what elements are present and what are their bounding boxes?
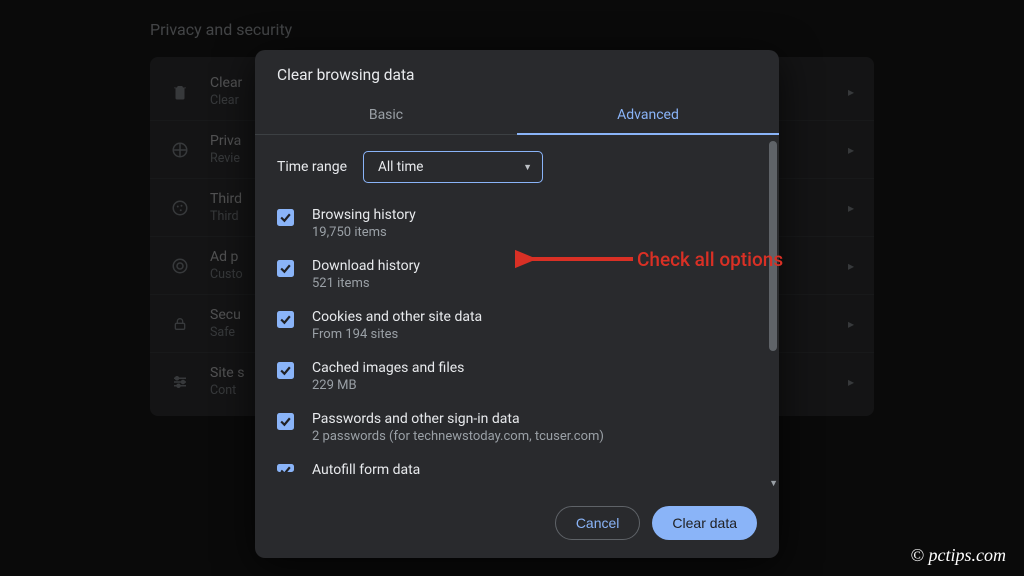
- dialog-body: Time range All time ▼ Browsing history 1…: [255, 135, 779, 492]
- time-range-label: Time range: [277, 159, 347, 175]
- ads-icon: [170, 256, 190, 276]
- checkbox[interactable]: [277, 362, 294, 379]
- scrollbar-thumb[interactable]: [769, 141, 777, 351]
- option-download-history[interactable]: Download history 521 items: [277, 250, 757, 301]
- chevron-right-icon: ▸: [848, 85, 854, 99]
- time-range-dropdown[interactable]: All time ▼: [363, 151, 543, 183]
- tab-basic[interactable]: Basic: [255, 96, 517, 134]
- option-title: Download history: [312, 258, 757, 274]
- option-title: Cached images and files: [312, 360, 757, 376]
- clear-data-button[interactable]: Clear data: [652, 506, 757, 540]
- option-cookies[interactable]: Cookies and other site data From 194 sit…: [277, 301, 757, 352]
- option-sub: 2 passwords (for technewstoday.com, tcus…: [312, 429, 757, 444]
- cancel-button[interactable]: Cancel: [555, 506, 641, 540]
- option-title: Browsing history: [312, 207, 757, 223]
- chevron-right-icon: ▸: [848, 317, 854, 331]
- checkbox[interactable]: [277, 260, 294, 277]
- option-title: Cookies and other site data: [312, 309, 757, 325]
- section-heading: Privacy and security: [150, 20, 874, 39]
- scrollbar[interactable]: ▼: [769, 141, 777, 486]
- chevron-right-icon: ▸: [848, 201, 854, 215]
- chevron-right-icon: ▸: [848, 259, 854, 273]
- time-range-value: All time: [378, 159, 423, 175]
- caret-down-icon: ▼: [523, 162, 532, 173]
- trash-icon: [170, 82, 190, 102]
- option-title: Passwords and other sign-in data: [312, 411, 757, 427]
- option-autofill[interactable]: Autofill form data: [277, 454, 757, 478]
- option-sub: From 194 sites: [312, 327, 757, 342]
- option-title: Autofill form data: [312, 462, 757, 478]
- chevron-right-icon: ▸: [848, 375, 854, 389]
- option-sub: 229 MB: [312, 378, 757, 393]
- option-cached-images[interactable]: Cached images and files 229 MB: [277, 352, 757, 403]
- sliders-icon: [170, 372, 190, 392]
- dialog-tabs: Basic Advanced: [255, 96, 779, 135]
- time-range-row: Time range All time ▼: [277, 151, 757, 183]
- shield-icon: [170, 140, 190, 160]
- option-browsing-history[interactable]: Browsing history 19,750 items: [277, 199, 757, 250]
- chevron-right-icon: ▸: [848, 143, 854, 157]
- watermark: © pctips.com: [910, 545, 1006, 566]
- option-passwords[interactable]: Passwords and other sign-in data 2 passw…: [277, 403, 757, 454]
- option-sub: 19,750 items: [312, 225, 757, 240]
- checkbox[interactable]: [277, 311, 294, 328]
- checkbox[interactable]: [277, 464, 294, 472]
- scroll-down-icon[interactable]: ▼: [769, 478, 778, 489]
- lock-icon: [170, 314, 190, 334]
- checkbox[interactable]: [277, 209, 294, 226]
- dialog-title: Clear browsing data: [255, 50, 779, 96]
- dialog-footer: Cancel Clear data: [255, 492, 779, 558]
- checkbox[interactable]: [277, 413, 294, 430]
- option-sub: 521 items: [312, 276, 757, 291]
- cookie-icon: [170, 198, 190, 218]
- tab-advanced[interactable]: Advanced: [517, 96, 779, 134]
- clear-browsing-data-dialog: Clear browsing data Basic Advanced Time …: [255, 50, 779, 558]
